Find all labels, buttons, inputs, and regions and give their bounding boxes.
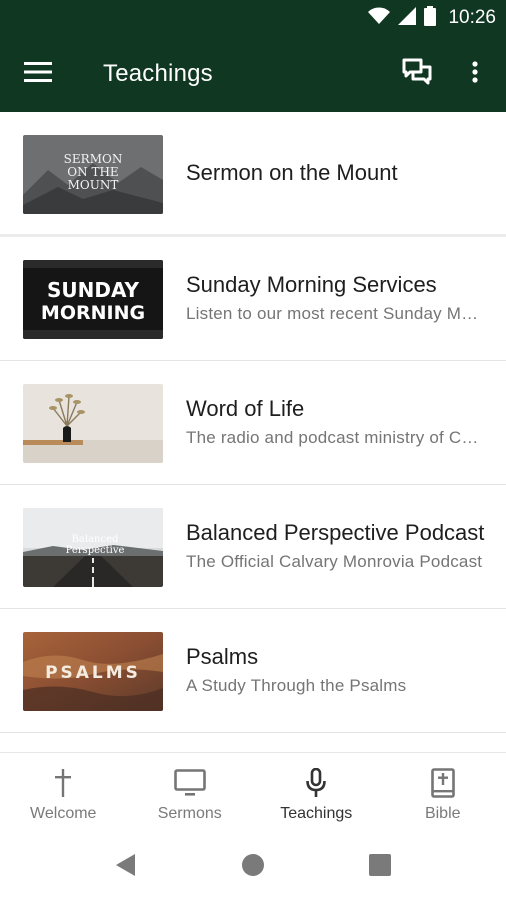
- list-item[interactable]: SERMON ON THE MOUNT Sermon on the Mount: [0, 112, 506, 237]
- chat-icon: [402, 58, 432, 91]
- cross-icon: [54, 767, 72, 799]
- item-text: Psalms A Study Through the Psalms: [186, 609, 486, 732]
- monitor-icon: [173, 767, 206, 799]
- item-subtitle: Listen to our most recent Sunday Morning…: [186, 304, 486, 323]
- status-time: 10:26: [448, 7, 496, 28]
- recents-square-icon: [369, 853, 391, 881]
- hamburger-menu-icon: [24, 61, 52, 87]
- list-item[interactable]: Word of Life The radio and podcast minis…: [0, 361, 506, 485]
- status-icons: 10:26: [368, 5, 496, 31]
- page-title: Teachings: [103, 60, 213, 87]
- wifi-icon: [368, 7, 391, 30]
- tab-welcome[interactable]: Welcome: [0, 753, 127, 832]
- tab-label: Sermons: [157, 805, 222, 822]
- battery-icon: [424, 5, 437, 31]
- list-item[interactable]: SUNDAY MORNING Sunday Morning Services L…: [0, 237, 506, 361]
- thumb-text-2: Perspective: [66, 545, 125, 556]
- word-of-life-thumbnail: [23, 384, 163, 463]
- item-text: Sermon on the Mount: [186, 112, 486, 234]
- home-button[interactable]: [238, 852, 268, 882]
- tab-label: Welcome: [30, 805, 97, 822]
- item-title: Sunday Morning Services: [186, 272, 437, 297]
- thumb-text-1: PSALMS: [45, 663, 141, 683]
- item-title: Word of Life: [186, 396, 305, 421]
- item-text: Sunday Morning Services Listen to our mo…: [186, 237, 486, 360]
- sermon-on-the-mount-thumbnail: SERMON ON THE MOUNT: [23, 135, 163, 214]
- item-title: Psalms: [186, 644, 259, 669]
- microphone-icon: [305, 767, 327, 799]
- item-text: Balanced Perspective Podcast The Officia…: [186, 485, 486, 608]
- list-item[interactable]: Balanced Perspective Balanced Perspectiv…: [0, 485, 506, 609]
- recents-button[interactable]: [365, 852, 395, 882]
- menu-button[interactable]: [16, 54, 60, 94]
- sunday-morning-thumbnail: SUNDAY MORNING: [23, 260, 163, 339]
- back-triangle-icon: [115, 853, 137, 882]
- item-subtitle: The radio and podcast ministry of Calvar…: [186, 428, 486, 447]
- thumb-text-1: SERMON: [64, 152, 123, 166]
- chat-button[interactable]: [396, 54, 438, 94]
- psalms-thumbnail: PSALMS: [23, 632, 163, 711]
- item-title: Sermon on the Mount: [186, 160, 398, 185]
- thumb-text-2: ON THE: [67, 165, 118, 179]
- item-title: Balanced Perspective Podcast: [186, 520, 485, 545]
- list-item[interactable]: PSALMS Psalms A Study Through the Psalms: [0, 609, 506, 733]
- item-subtitle: The Official Calvary Monrovia Podcast: [186, 552, 483, 571]
- tab-label: Teachings: [280, 805, 353, 822]
- thumb-text-1: Balanced: [72, 534, 119, 545]
- thumb-text-3: MOUNT: [68, 178, 119, 192]
- signal-icon: [398, 6, 417, 30]
- balanced-perspective-thumbnail: Balanced Perspective: [23, 508, 163, 587]
- bottom-navigation: Welcome Sermons Teachings Bible: [0, 752, 506, 832]
- tab-teachings[interactable]: Teachings: [253, 753, 380, 832]
- app-bar: Teachings: [0, 36, 506, 112]
- tab-bible[interactable]: Bible: [380, 753, 506, 832]
- tab-sermons[interactable]: Sermons: [127, 753, 254, 832]
- teachings-list: SERMON ON THE MOUNT Sermon on the Mount …: [0, 112, 506, 733]
- status-bar: 10:26: [0, 0, 506, 36]
- bible-icon: [430, 767, 455, 799]
- more-vert-icon: [472, 60, 478, 88]
- tab-label: Bible: [424, 805, 461, 822]
- item-subtitle: A Study Through the Psalms: [186, 676, 407, 695]
- thumb-text-2: MORNING: [41, 302, 145, 324]
- home-circle-icon: [241, 853, 265, 882]
- system-navigation-bar: [0, 832, 506, 900]
- item-text: Word of Life The radio and podcast minis…: [186, 361, 486, 484]
- back-button[interactable]: [111, 852, 141, 882]
- thumb-text-1: SUNDAY: [47, 278, 140, 302]
- more-options-button[interactable]: [456, 54, 494, 94]
